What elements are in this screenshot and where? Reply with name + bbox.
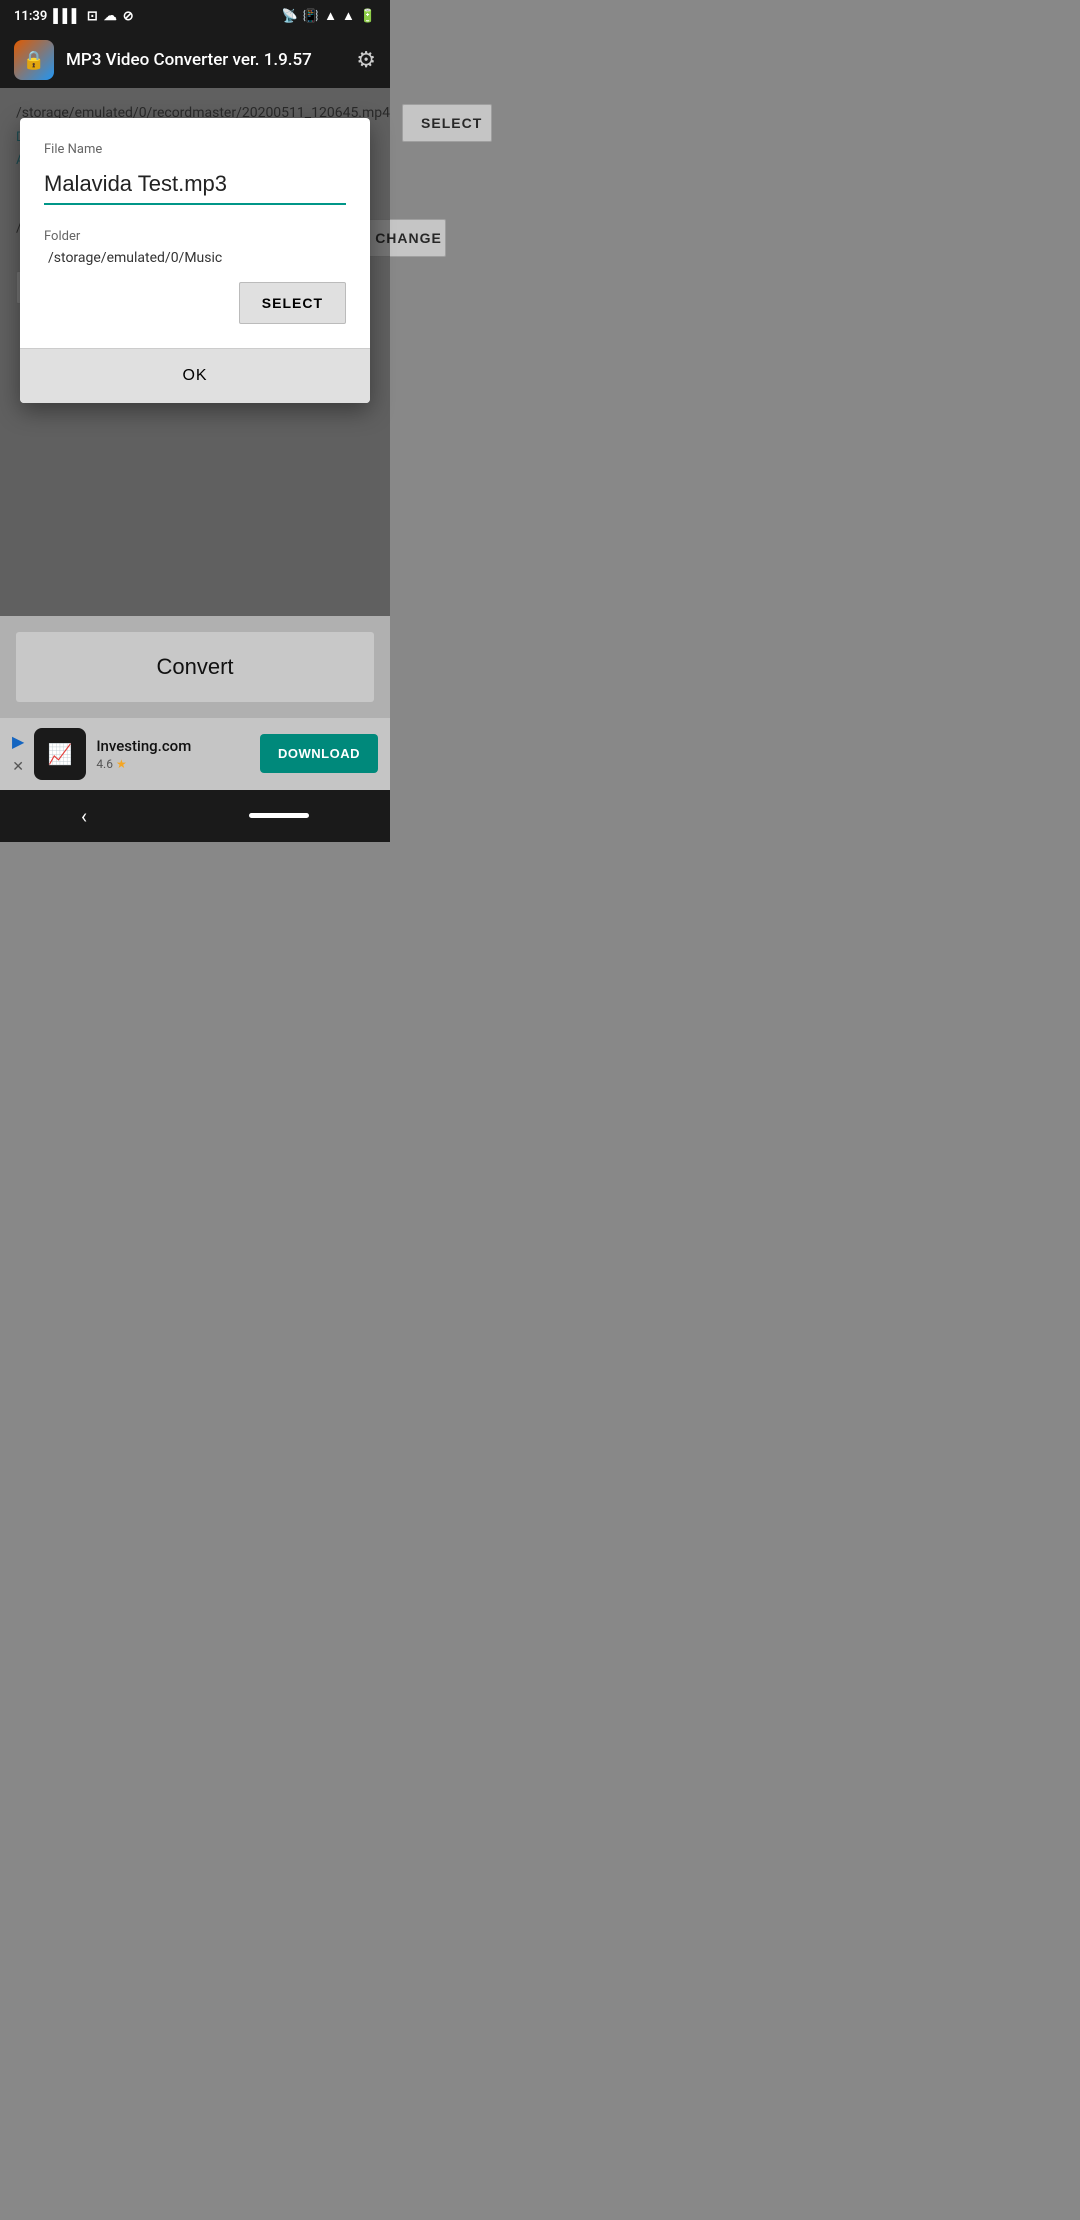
app-title: MP3 Video Converter ver. 1.9.57 [66, 50, 344, 70]
nav-bar: ‹ [0, 790, 390, 842]
folder-label: Folder [44, 229, 346, 244]
convert-button[interactable]: Convert [16, 632, 374, 702]
app-icon: 🔒 [14, 40, 54, 80]
filename-input-wrap [44, 167, 346, 205]
ad-side-icons: ▶ ✕ [12, 732, 24, 775]
ad-star-icon: ★ [116, 757, 127, 771]
ad-download-button[interactable]: DOWNLOAD [260, 734, 378, 773]
status-bar: 11:39 ▌▌▌ ⊡ ☁ ⊘ 📡 📳 ▲ ▲ 🔋 [0, 0, 390, 32]
ad-info: Investing.com 4.6 ★ [96, 737, 250, 771]
ad-app-icon: 📈 [34, 728, 86, 780]
dialog-ok-button[interactable]: OK [20, 348, 370, 403]
convert-section: Convert [0, 616, 390, 718]
file-name-dialog: File Name Folder /storage/emulated/0/Mus… [20, 118, 370, 403]
app-bar: 🔒 MP3 Video Converter ver. 1.9.57 ⚙ [0, 32, 390, 88]
signal-icon: ▌▌▌ [53, 8, 81, 24]
back-button[interactable]: ‹ [81, 804, 87, 828]
filename-input[interactable] [44, 167, 346, 203]
dialog-select-button[interactable]: SELECT [239, 282, 346, 324]
wifi-icon: ▲ [324, 8, 337, 24]
ad-name: Investing.com [96, 737, 250, 755]
dnd-icon: ⊘ [123, 9, 134, 24]
dialog-overlay: File Name Folder /storage/emulated/0/Mus… [0, 88, 390, 616]
folder-path: /storage/emulated/0/Music [44, 250, 346, 266]
source-select-button[interactable]: SELECT [402, 104, 492, 142]
time-display: 11:39 [14, 9, 47, 24]
vibrate-icon: 📳 [303, 9, 319, 24]
cloud-icon: ☁ [104, 9, 117, 24]
cast-icon: 📡 [282, 9, 298, 24]
main-area: /storage/emulated/0/recordmaster/2020051… [0, 88, 390, 616]
ad-bar: ▶ ✕ 📈 Investing.com 4.6 ★ DOWNLOAD [0, 718, 390, 790]
home-pill[interactable] [249, 813, 309, 818]
ad-play-icon: ▶ [12, 732, 24, 751]
dialog-title: File Name [44, 142, 346, 157]
battery-icon: 🔋 [360, 9, 376, 24]
ad-close-icon[interactable]: ✕ [12, 759, 24, 775]
screen-record-icon: ⊡ [87, 9, 98, 24]
ad-rating: 4.6 ★ [96, 757, 250, 771]
network-icon: ▲ [342, 8, 355, 24]
settings-icon[interactable]: ⚙ [356, 48, 376, 73]
